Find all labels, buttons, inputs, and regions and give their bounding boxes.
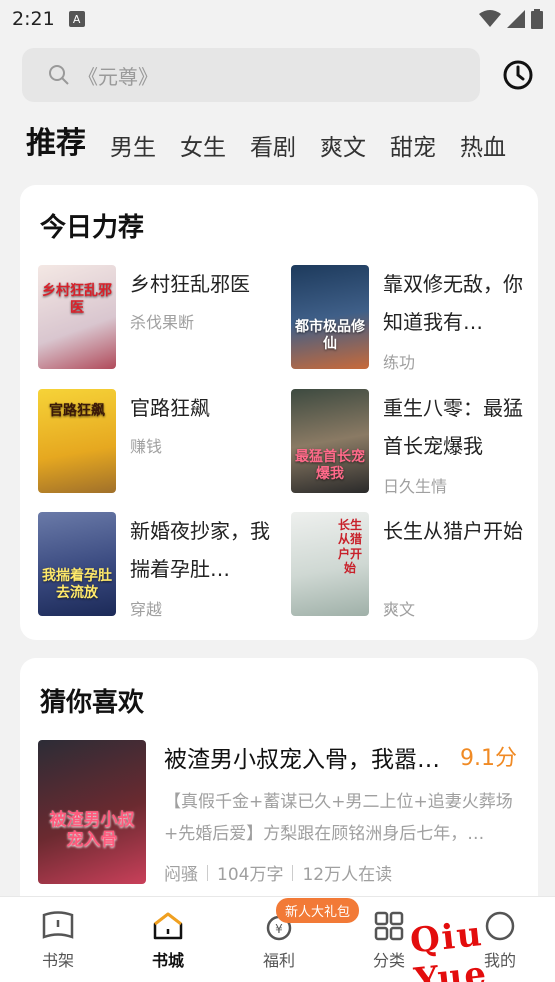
tab-recommend[interactable]: 推荐 xyxy=(26,118,86,162)
nav-bookstore[interactable]: 书城 xyxy=(133,911,203,971)
book-title: 长生从猎户开始 xyxy=(383,519,523,543)
book-cover: 官路狂飙 xyxy=(38,389,116,493)
signal-icon xyxy=(507,10,525,28)
tab-sweet[interactable]: 甜宠 xyxy=(390,128,436,162)
cover-title: 被渣男小叔宠入骨 xyxy=(49,810,135,851)
book-title: 被渣男小叔宠入骨，我嚣… xyxy=(164,747,440,773)
book-cover: 都市极品修仙 xyxy=(291,265,369,369)
cover-title: 乡村狂乱邪医 xyxy=(42,283,112,316)
book-title: 靠双修无敌，你知道我有… xyxy=(383,272,523,334)
book-title: 重生八零：最猛首长宠爆我 xyxy=(383,396,523,458)
book-item[interactable]: 官路狂飙 官路狂飙 赚钱 xyxy=(38,389,278,493)
tab-hotblood[interactable]: 热血 xyxy=(460,128,506,162)
guess-card: 猜你喜欢 被渣男小叔宠入骨 被渣男小叔宠入骨，我嚣… 9.1分 【真假千金+蓄谋… xyxy=(20,658,538,918)
nav-bookshelf[interactable]: 书架 xyxy=(23,911,93,971)
category-tabs: 推荐 男生 女生 看剧 爽文 甜宠 热血 xyxy=(26,118,555,162)
book-cover: 乡村狂乱邪医 xyxy=(38,265,116,369)
grid-icon xyxy=(374,911,404,941)
book-title: 新婚夜抄家，我揣着孕肚… xyxy=(130,519,270,581)
book-item[interactable]: 都市极品修仙 靠双修无敌，你知道我有… 练功 xyxy=(291,265,531,372)
book-tag: 穿越 xyxy=(130,600,163,619)
book-cover: 被渣男小叔宠入骨 xyxy=(38,740,146,884)
book-description: 【真假千金+蓄谋已久+男二上位+追妻火葬场+先婚后爱】方梨跟在顾铭洲身后七年，… xyxy=(164,792,513,844)
nav-label: 书架 xyxy=(41,951,74,970)
wifi-icon xyxy=(479,10,501,27)
tab-drama[interactable]: 看剧 xyxy=(250,128,296,162)
reader-count: 12万人在读 xyxy=(302,865,393,885)
book-meta: 闷骚 104万字 12万人在读 xyxy=(164,860,392,885)
search-placeholder: 《元尊》 xyxy=(78,64,158,89)
book-tag: 闷骚 xyxy=(164,865,198,885)
cover-title: 我揣着孕肚去流放 xyxy=(42,568,112,601)
history-button[interactable] xyxy=(498,55,538,95)
book-cover: 最猛首长宠爆我 xyxy=(291,389,369,493)
book-tag: 日久生情 xyxy=(383,477,448,496)
battery-icon xyxy=(531,9,543,29)
cover-title: 长生从猎户开始 xyxy=(337,518,362,576)
section-title: 猜你喜欢 xyxy=(40,688,145,718)
book-title: 乡村狂乱邪医 xyxy=(130,272,250,296)
today-card: 今日力荐 乡村狂乱邪医 乡村狂乱邪医 杀伐果断 都市极品修仙 靠双修无敌，你知道… xyxy=(20,185,538,640)
cover-title: 都市极品修仙 xyxy=(295,319,365,352)
book-item[interactable]: 我揣着孕肚去流放 新婚夜抄家，我揣着孕肚… 穿越 xyxy=(38,512,278,619)
book-tag: 爽文 xyxy=(383,600,416,619)
status-bar: 2:21 A xyxy=(0,0,555,38)
status-time: 2:21 xyxy=(12,8,55,30)
bookshelf-icon xyxy=(42,911,74,939)
book-item[interactable]: 最猛首长宠爆我 重生八零：最猛首长宠爆我 日久生情 xyxy=(291,389,531,496)
book-title: 官路狂飙 xyxy=(130,396,210,420)
notification-icon: A xyxy=(68,11,85,27)
nav-label: 分类 xyxy=(372,951,405,970)
home-icon xyxy=(153,912,183,940)
promo-badge[interactable]: 新人大礼包 xyxy=(276,898,360,923)
book-tag: 赚钱 xyxy=(130,437,163,456)
cover-title: 官路狂飙 xyxy=(49,403,105,419)
search-icon xyxy=(49,65,69,85)
book-tag: 练功 xyxy=(383,353,416,372)
book-item[interactable]: 长生从猎户开始 长生从猎户开始 爽文 xyxy=(291,512,531,619)
book-cover: 长生从猎户开始 xyxy=(291,512,369,616)
word-count: 104万字 xyxy=(217,865,284,885)
book-cover: 我揣着孕肚去流放 xyxy=(38,512,116,616)
tab-female[interactable]: 女生 xyxy=(180,128,226,162)
search-input[interactable]: 《元尊》 xyxy=(22,48,480,102)
divider xyxy=(207,864,208,881)
nav-label: 书城 xyxy=(151,951,184,970)
tab-male[interactable]: 男生 xyxy=(110,128,156,162)
section-title: 今日力荐 xyxy=(40,213,145,243)
book-tag: 杀伐果断 xyxy=(130,313,195,332)
clock-icon xyxy=(503,60,533,90)
cover-title: 最猛首长宠爆我 xyxy=(295,449,365,482)
svg-text:¥: ¥ xyxy=(275,922,283,936)
nav-label: 福利 xyxy=(262,951,295,970)
book-item[interactable]: 乡村狂乱邪医 乡村狂乱邪医 杀伐果断 xyxy=(38,265,278,369)
tab-cool[interactable]: 爽文 xyxy=(320,128,366,162)
divider xyxy=(292,864,294,881)
book-score: 9.1分 xyxy=(460,746,517,771)
